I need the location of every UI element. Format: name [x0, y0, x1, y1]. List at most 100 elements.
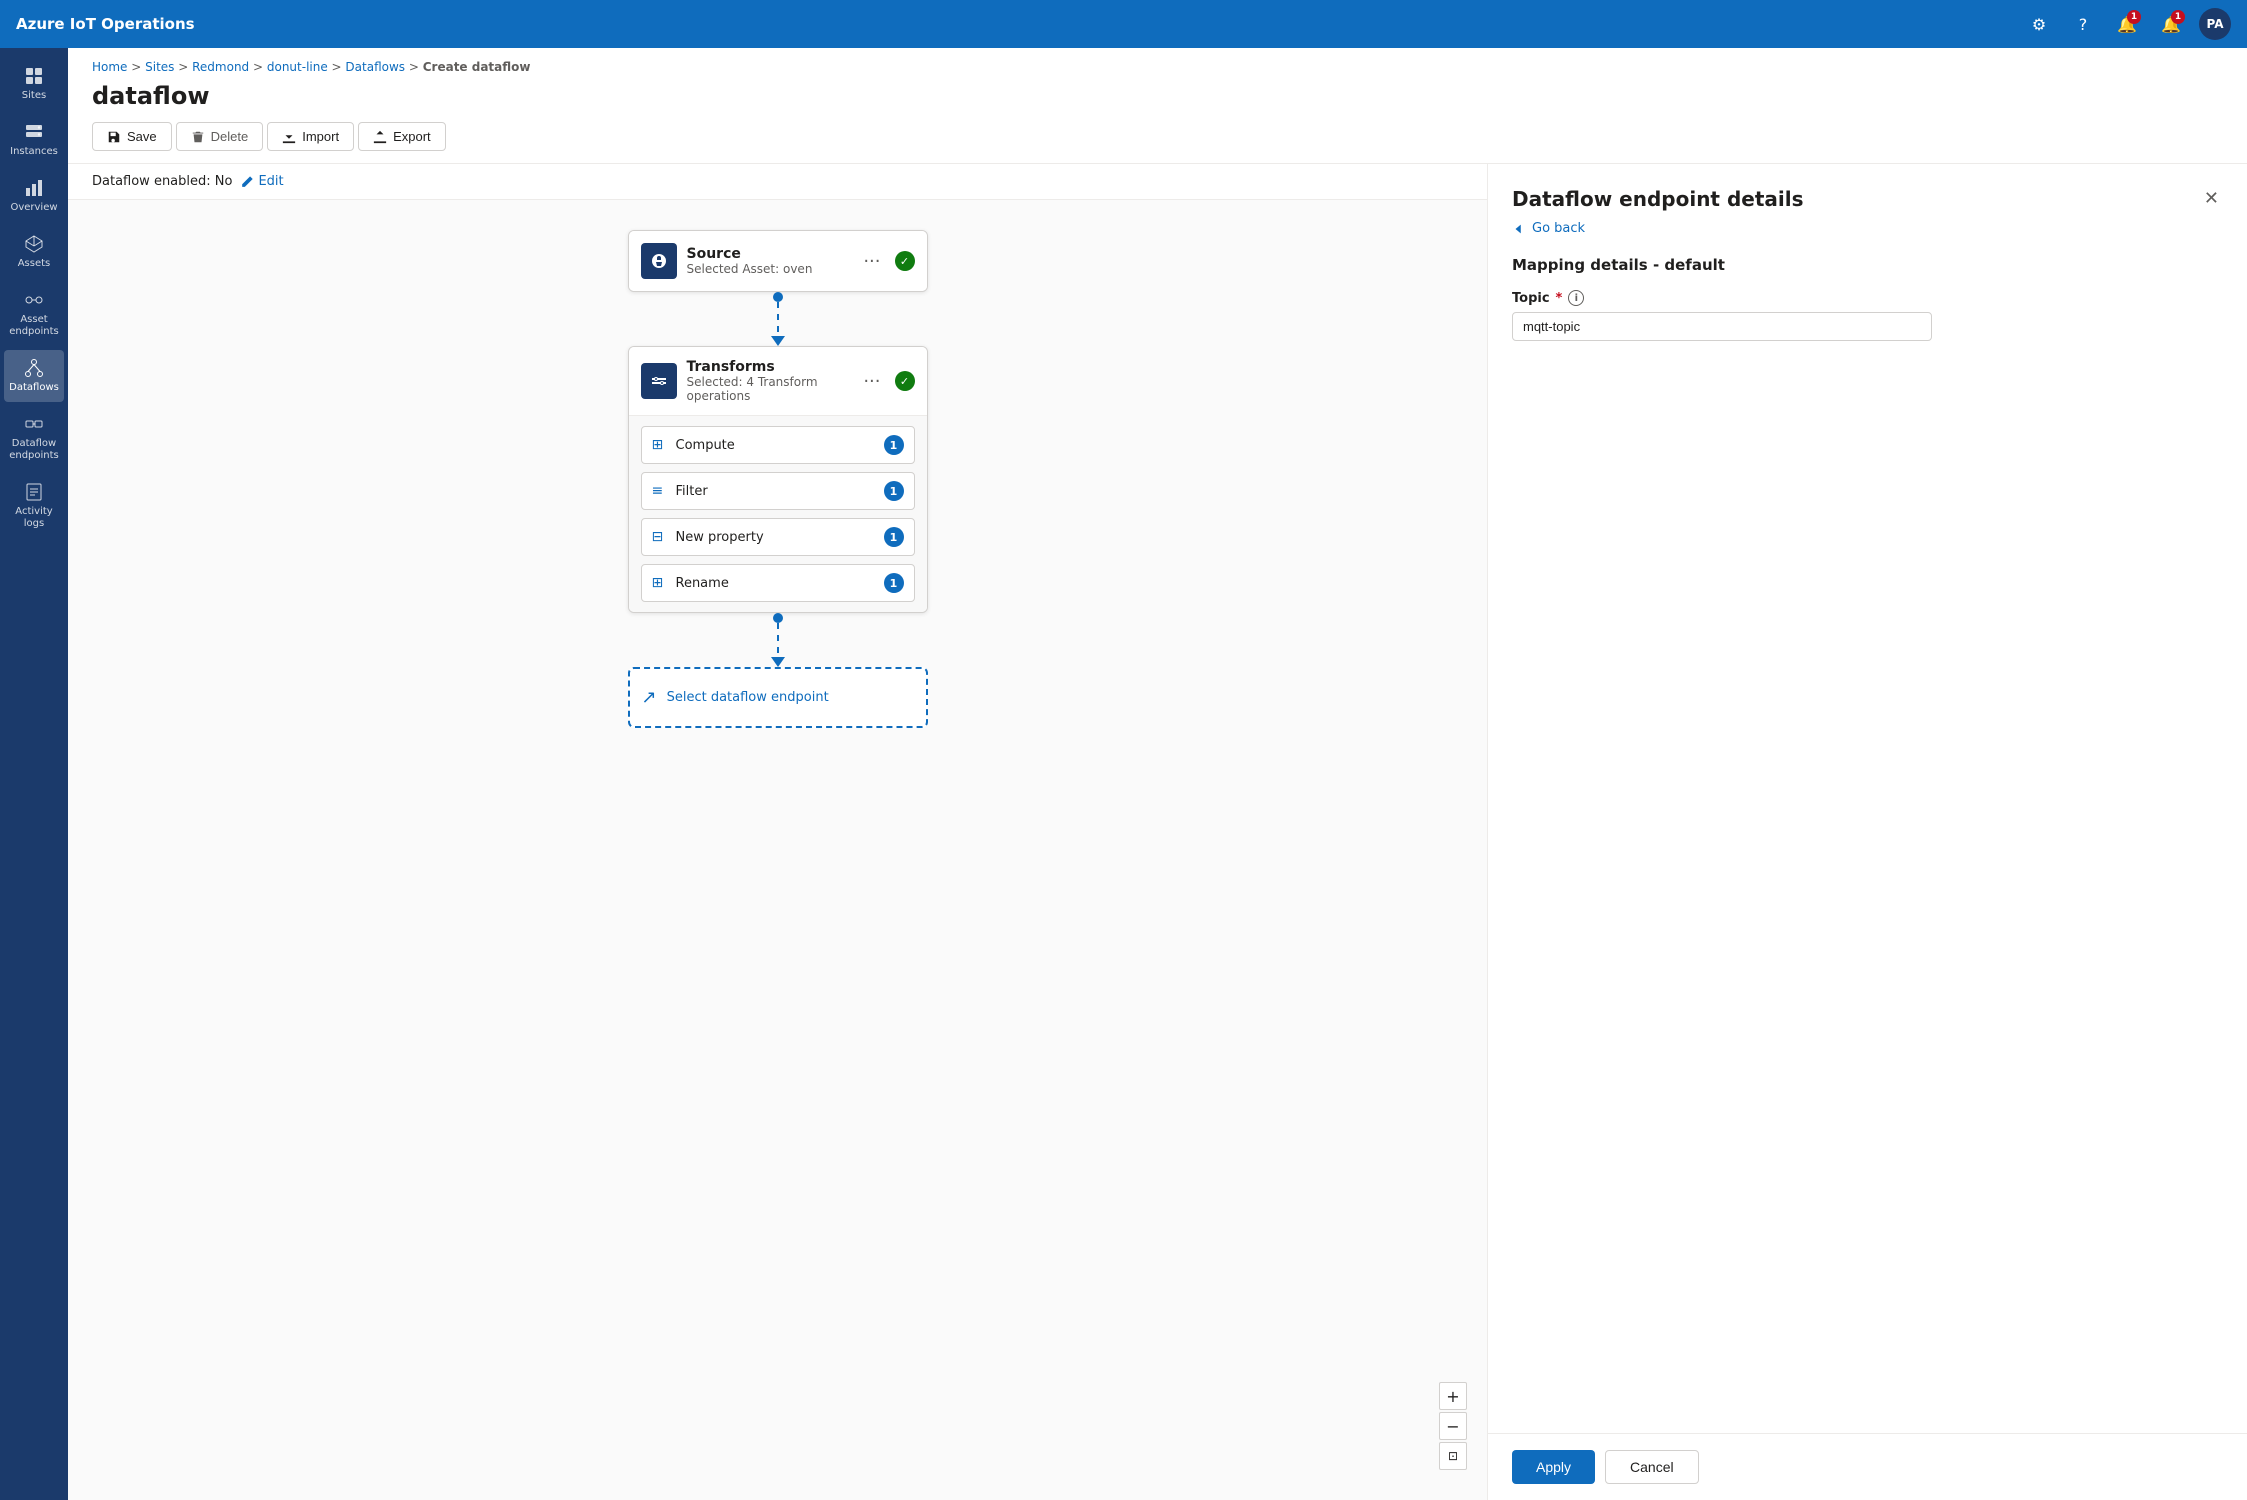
edit-link[interactable]: Edit	[240, 174, 283, 189]
avatar[interactable]: PA	[2199, 8, 2231, 40]
filter-label: Filter	[676, 484, 876, 499]
right-panel: Dataflow endpoint details ✕ Go back Mapp…	[1487, 164, 2247, 1500]
breadcrumb-donut-line[interactable]: donut-line	[267, 60, 328, 74]
sidebar-item-overview[interactable]: Overview	[4, 170, 64, 222]
flow-canvas[interactable]: Source Selected Asset: oven ··· ✓	[68, 200, 1487, 1500]
transform-new-property[interactable]: ⊟ New property 1	[641, 518, 915, 556]
sidebar-assets-label: Assets	[18, 258, 51, 270]
zoom-in-button[interactable]: +	[1439, 1382, 1467, 1410]
apply-button[interactable]: Apply	[1512, 1450, 1595, 1484]
sidebar-item-sites[interactable]: Sites	[4, 58, 64, 110]
transform-compute[interactable]: ⊞ Compute 1	[641, 426, 915, 464]
breadcrumb-home[interactable]: Home	[92, 60, 127, 74]
filter-badge: 1	[884, 481, 904, 501]
transforms-node[interactable]: Transforms Selected: 4 Transform operati…	[628, 346, 928, 613]
sidebar-item-assets[interactable]: Assets	[4, 226, 64, 278]
settings-icon[interactable]: ⚙	[2023, 8, 2055, 40]
new-property-label: New property	[676, 530, 876, 545]
breadcrumb-current: Create dataflow	[423, 60, 531, 74]
sidebar-item-instances[interactable]: Instances	[4, 114, 64, 166]
delete-button[interactable]: Delete	[176, 122, 264, 151]
flow-inner: Source Selected Asset: oven ··· ✓	[618, 230, 938, 728]
compute-label: Compute	[676, 438, 876, 453]
alerts-badge: 1	[2171, 10, 2185, 24]
grid-icon	[24, 66, 44, 86]
overview-icon	[24, 178, 44, 198]
filter-icon: ≡	[652, 483, 668, 499]
topic-field-group: Topic * i	[1512, 290, 2223, 341]
sidebar-instances-label: Instances	[10, 146, 58, 158]
edit-icon	[240, 175, 254, 189]
alerts-icon[interactable]: 🔔 1	[2155, 8, 2187, 40]
go-back-button[interactable]: Go back	[1488, 221, 2247, 248]
transforms-more-button[interactable]: ···	[859, 367, 884, 396]
transform-children: ⊞ Compute 1 ≡ Filter 1 ⊟	[629, 415, 927, 612]
source-title: Source	[687, 246, 850, 262]
topnav: Azure IoT Operations ⚙ ? 🔔 1 🔔 1 PA	[0, 0, 2247, 48]
delete-icon	[191, 130, 205, 144]
source-more-button[interactable]: ···	[859, 247, 884, 276]
save-button[interactable]: Save	[92, 122, 172, 151]
cancel-button[interactable]: Cancel	[1605, 1450, 1699, 1484]
topic-input[interactable]	[1512, 312, 1932, 341]
left-canvas-area: Dataflow enabled: No Edit	[68, 164, 1487, 1500]
activity-logs-icon	[24, 482, 44, 502]
sidebar-item-dataflow-endpoints[interactable]: Dataflow endpoints	[4, 406, 64, 470]
transforms-icon	[641, 363, 677, 399]
new-property-badge: 1	[884, 527, 904, 547]
dataflow-bar: Dataflow enabled: No Edit	[68, 164, 1487, 200]
compute-badge: 1	[884, 435, 904, 455]
notifications-icon[interactable]: 🔔 1	[2111, 8, 2143, 40]
sidebar-item-asset-endpoints[interactable]: Asset endpoints	[4, 282, 64, 346]
panel-body: Topic * i	[1488, 290, 2247, 1433]
endpoint-node[interactable]: ↗ Select dataflow endpoint	[628, 667, 928, 728]
transforms-check: ✓	[895, 371, 915, 391]
dataflow-endpoints-icon	[24, 414, 44, 434]
new-property-icon: ⊟	[652, 529, 668, 545]
dataflow-enabled-label: Dataflow enabled: No	[92, 174, 232, 189]
panel-close-button[interactable]: ✕	[2200, 184, 2223, 213]
source-node[interactable]: Source Selected Asset: oven ··· ✓	[628, 230, 928, 292]
sidebar-dataflows-label: Dataflows	[9, 382, 59, 394]
breadcrumb: Home > Sites > Redmond > donut-line > Da…	[68, 48, 2247, 74]
rename-icon: ⊞	[652, 575, 668, 591]
back-arrow-icon	[1512, 222, 1526, 236]
source-check: ✓	[895, 251, 915, 271]
app-title: Azure IoT Operations	[16, 15, 2015, 33]
canvas-container: Dataflow enabled: No Edit	[68, 164, 2247, 1500]
sidebar-item-dataflows[interactable]: Dataflows	[4, 350, 64, 402]
transform-rename[interactable]: ⊞ Rename 1	[641, 564, 915, 602]
sidebar-asset-endpoints-label: Asset endpoints	[8, 314, 60, 338]
content-area: Home > Sites > Redmond > donut-line > Da…	[68, 48, 2247, 1500]
sidebar-dataflow-endpoints-label: Dataflow endpoints	[8, 438, 60, 462]
import-button[interactable]: Import	[267, 122, 354, 151]
server-icon	[24, 122, 44, 142]
assets-icon	[24, 234, 44, 254]
panel-section-title: Mapping details - default	[1488, 248, 2247, 290]
breadcrumb-sites[interactable]: Sites	[145, 60, 174, 74]
breadcrumb-dataflows[interactable]: Dataflows	[345, 60, 405, 74]
breadcrumb-redmond[interactable]: Redmond	[192, 60, 249, 74]
page-header: dataflow	[68, 74, 2247, 110]
sidebar-overview-label: Overview	[10, 202, 57, 214]
zoom-out-button[interactable]: −	[1439, 1412, 1467, 1440]
endpoint-icon: ↗	[642, 687, 657, 708]
sidebar-item-activity-logs[interactable]: Activity logs	[4, 474, 64, 538]
help-icon[interactable]: ?	[2067, 8, 2099, 40]
canvas-controls: + − ⊡	[1439, 1382, 1467, 1470]
source-subtitle: Selected Asset: oven	[687, 262, 850, 276]
connector-1	[771, 292, 785, 346]
transform-filter[interactable]: ≡ Filter 1	[641, 472, 915, 510]
export-button[interactable]: Export	[358, 122, 446, 151]
reset-view-button[interactable]: ⊡	[1439, 1442, 1467, 1470]
dataflows-icon	[24, 358, 44, 378]
topic-info-icon[interactable]: i	[1568, 290, 1584, 306]
required-star: *	[1556, 291, 1563, 306]
import-icon	[282, 130, 296, 144]
sidebar-sites-label: Sites	[22, 90, 46, 102]
export-icon	[373, 130, 387, 144]
asset-endpoints-icon	[24, 290, 44, 310]
transforms-subtitle: Selected: 4 Transform operations	[687, 375, 850, 403]
transforms-info: Transforms Selected: 4 Transform operati…	[687, 359, 850, 403]
compute-icon: ⊞	[652, 437, 668, 453]
